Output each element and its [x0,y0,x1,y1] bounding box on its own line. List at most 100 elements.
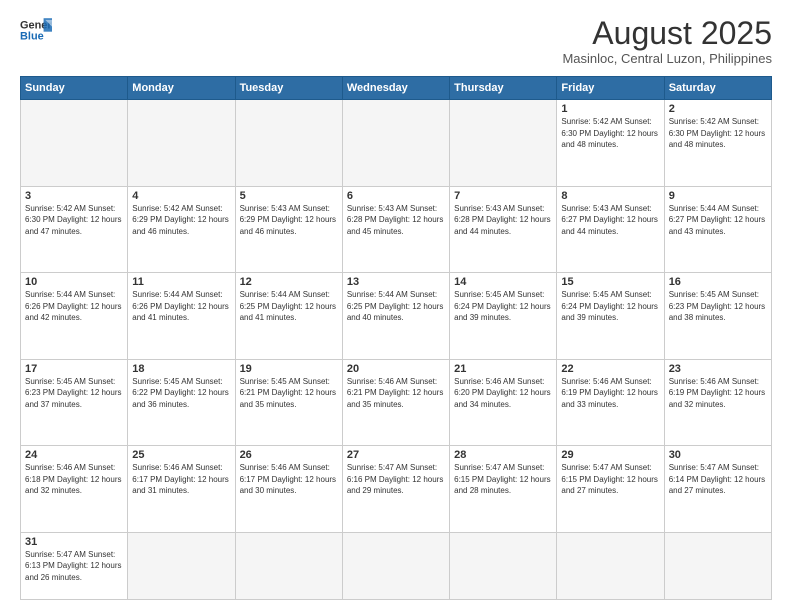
day-info: Sunrise: 5:46 AM Sunset: 6:21 PM Dayligh… [347,376,445,411]
day-number: 27 [347,449,445,461]
calendar-day: 23Sunrise: 5:46 AM Sunset: 6:19 PM Dayli… [664,359,771,446]
day-info: Sunrise: 5:43 AM Sunset: 6:28 PM Dayligh… [347,203,445,238]
day-number: 21 [454,363,552,375]
calendar-day [342,100,449,187]
day-number: 23 [669,363,767,375]
day-info: Sunrise: 5:44 AM Sunset: 6:26 PM Dayligh… [132,289,230,324]
calendar-week-2: 10Sunrise: 5:44 AM Sunset: 6:26 PM Dayli… [21,273,772,360]
day-header-saturday: Saturday [664,77,771,100]
page: General Blue August 2025 Masinloc, Centr… [0,0,792,612]
day-number: 10 [25,276,123,288]
day-number: 16 [669,276,767,288]
day-number: 7 [454,190,552,202]
calendar-day: 19Sunrise: 5:45 AM Sunset: 6:21 PM Dayli… [235,359,342,446]
day-info: Sunrise: 5:42 AM Sunset: 6:30 PM Dayligh… [669,116,767,151]
day-info: Sunrise: 5:42 AM Sunset: 6:30 PM Dayligh… [561,116,659,151]
day-info: Sunrise: 5:44 AM Sunset: 6:25 PM Dayligh… [347,289,445,324]
day-header-sunday: Sunday [21,77,128,100]
location: Masinloc, Central Luzon, Philippines [562,51,772,66]
day-info: Sunrise: 5:43 AM Sunset: 6:28 PM Dayligh… [454,203,552,238]
calendar-day [557,532,664,599]
calendar-day: 29Sunrise: 5:47 AM Sunset: 6:15 PM Dayli… [557,446,664,533]
day-info: Sunrise: 5:42 AM Sunset: 6:30 PM Dayligh… [25,203,123,238]
day-info: Sunrise: 5:45 AM Sunset: 6:23 PM Dayligh… [669,289,767,324]
generalblue-logo-icon: General Blue [20,16,52,44]
day-number: 22 [561,363,659,375]
day-info: Sunrise: 5:46 AM Sunset: 6:19 PM Dayligh… [669,376,767,411]
day-number: 8 [561,190,659,202]
calendar-day: 10Sunrise: 5:44 AM Sunset: 6:26 PM Dayli… [21,273,128,360]
header: General Blue August 2025 Masinloc, Centr… [20,16,772,66]
day-number: 26 [240,449,338,461]
logo: General Blue [20,16,52,44]
day-info: Sunrise: 5:47 AM Sunset: 6:16 PM Dayligh… [347,462,445,497]
calendar-day: 21Sunrise: 5:46 AM Sunset: 6:20 PM Dayli… [450,359,557,446]
day-number: 31 [25,536,123,548]
calendar-day: 26Sunrise: 5:46 AM Sunset: 6:17 PM Dayli… [235,446,342,533]
month-year: August 2025 [562,16,772,51]
day-number: 17 [25,363,123,375]
day-info: Sunrise: 5:45 AM Sunset: 6:21 PM Dayligh… [240,376,338,411]
day-info: Sunrise: 5:47 AM Sunset: 6:13 PM Dayligh… [25,549,123,584]
calendar-day [128,532,235,599]
day-header-wednesday: Wednesday [342,77,449,100]
day-number: 28 [454,449,552,461]
calendar-day [664,532,771,599]
day-number: 15 [561,276,659,288]
day-info: Sunrise: 5:46 AM Sunset: 6:19 PM Dayligh… [561,376,659,411]
calendar-day: 22Sunrise: 5:46 AM Sunset: 6:19 PM Dayli… [557,359,664,446]
calendar-day: 28Sunrise: 5:47 AM Sunset: 6:15 PM Dayli… [450,446,557,533]
day-number: 18 [132,363,230,375]
calendar-day: 2Sunrise: 5:42 AM Sunset: 6:30 PM Daylig… [664,100,771,187]
day-number: 19 [240,363,338,375]
calendar-week-4: 24Sunrise: 5:46 AM Sunset: 6:18 PM Dayli… [21,446,772,533]
calendar-day: 30Sunrise: 5:47 AM Sunset: 6:14 PM Dayli… [664,446,771,533]
calendar-table: SundayMondayTuesdayWednesdayThursdayFrid… [20,76,772,600]
day-number: 30 [669,449,767,461]
calendar-day: 12Sunrise: 5:44 AM Sunset: 6:25 PM Dayli… [235,273,342,360]
day-header-friday: Friday [557,77,664,100]
day-header-monday: Monday [128,77,235,100]
calendar-day: 8Sunrise: 5:43 AM Sunset: 6:27 PM Daylig… [557,186,664,273]
day-info: Sunrise: 5:46 AM Sunset: 6:17 PM Dayligh… [132,462,230,497]
calendar-day: 3Sunrise: 5:42 AM Sunset: 6:30 PM Daylig… [21,186,128,273]
calendar-day: 24Sunrise: 5:46 AM Sunset: 6:18 PM Dayli… [21,446,128,533]
calendar-day: 13Sunrise: 5:44 AM Sunset: 6:25 PM Dayli… [342,273,449,360]
calendar-day [450,100,557,187]
day-number: 20 [347,363,445,375]
day-number: 9 [669,190,767,202]
day-number: 6 [347,190,445,202]
calendar-day [450,532,557,599]
day-number: 5 [240,190,338,202]
day-info: Sunrise: 5:45 AM Sunset: 6:22 PM Dayligh… [132,376,230,411]
calendar-day: 27Sunrise: 5:47 AM Sunset: 6:16 PM Dayli… [342,446,449,533]
calendar-day [235,100,342,187]
day-number: 4 [132,190,230,202]
calendar-day: 20Sunrise: 5:46 AM Sunset: 6:21 PM Dayli… [342,359,449,446]
day-info: Sunrise: 5:43 AM Sunset: 6:29 PM Dayligh… [240,203,338,238]
calendar-day: 31Sunrise: 5:47 AM Sunset: 6:13 PM Dayli… [21,532,128,599]
day-number: 29 [561,449,659,461]
calendar-day [21,100,128,187]
calendar-day: 5Sunrise: 5:43 AM Sunset: 6:29 PM Daylig… [235,186,342,273]
day-info: Sunrise: 5:42 AM Sunset: 6:29 PM Dayligh… [132,203,230,238]
day-header-thursday: Thursday [450,77,557,100]
calendar-week-5: 31Sunrise: 5:47 AM Sunset: 6:13 PM Dayli… [21,532,772,599]
title-block: August 2025 Masinloc, Central Luzon, Phi… [562,16,772,66]
calendar-day: 14Sunrise: 5:45 AM Sunset: 6:24 PM Dayli… [450,273,557,360]
calendar-day: 11Sunrise: 5:44 AM Sunset: 6:26 PM Dayli… [128,273,235,360]
day-info: Sunrise: 5:46 AM Sunset: 6:18 PM Dayligh… [25,462,123,497]
calendar-week-3: 17Sunrise: 5:45 AM Sunset: 6:23 PM Dayli… [21,359,772,446]
calendar-day: 4Sunrise: 5:42 AM Sunset: 6:29 PM Daylig… [128,186,235,273]
day-number: 1 [561,103,659,115]
calendar-day: 1Sunrise: 5:42 AM Sunset: 6:30 PM Daylig… [557,100,664,187]
day-info: Sunrise: 5:44 AM Sunset: 6:26 PM Dayligh… [25,289,123,324]
day-number: 2 [669,103,767,115]
day-number: 11 [132,276,230,288]
svg-text:Blue: Blue [20,30,44,42]
day-number: 3 [25,190,123,202]
calendar-day: 9Sunrise: 5:44 AM Sunset: 6:27 PM Daylig… [664,186,771,273]
calendar-day: 25Sunrise: 5:46 AM Sunset: 6:17 PM Dayli… [128,446,235,533]
calendar-day [342,532,449,599]
day-header-tuesday: Tuesday [235,77,342,100]
